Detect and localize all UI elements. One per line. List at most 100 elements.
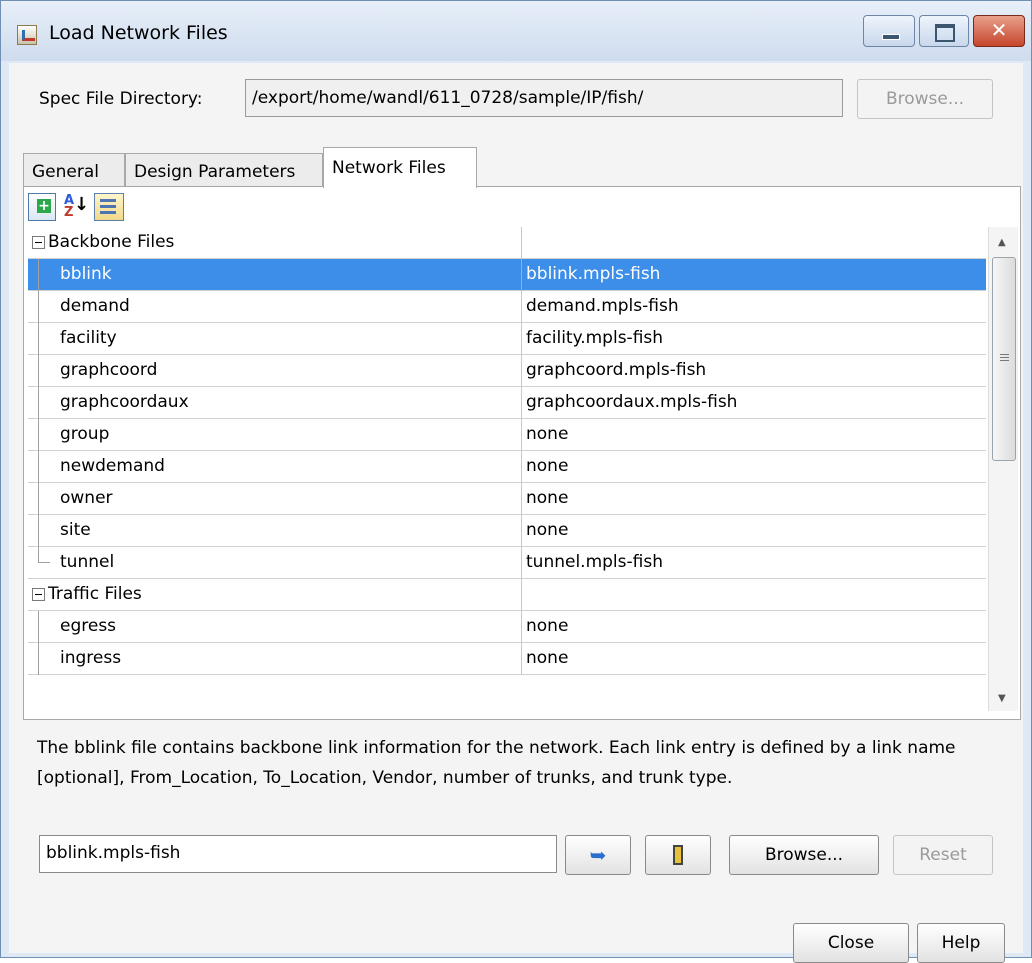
file-description: The bblink file contains backbone link i… xyxy=(37,738,956,788)
file-value-cell[interactable]: none xyxy=(522,643,986,675)
file-value-cell[interactable]: none xyxy=(522,419,986,451)
tree-line xyxy=(38,451,39,483)
table-row[interactable]: egress none xyxy=(28,611,986,643)
file-value-input[interactable]: bblink.mpls-fish xyxy=(39,835,557,873)
tab-general[interactable]: General xyxy=(23,153,125,187)
file-name-cell: egress xyxy=(28,611,522,643)
files-table: Backbone Files bblink bblink.mpls-fish d… xyxy=(28,227,986,711)
close-button[interactable]: Close xyxy=(793,923,909,963)
collapse-icon[interactable] xyxy=(32,588,45,601)
spec-dir-field: /export/home/wandl/611_0728/sample/IP/fi… xyxy=(245,79,843,117)
file-value-cell[interactable]: graphcoordaux.mpls-fish xyxy=(522,387,986,419)
tree-line xyxy=(38,259,39,291)
scroll-up-icon[interactable]: ▲ xyxy=(998,237,1006,248)
spec-browse-button[interactable]: Browse... xyxy=(857,79,993,119)
tree-line xyxy=(38,643,39,675)
maximize-icon xyxy=(935,24,955,42)
tree-line xyxy=(38,515,39,547)
file-name-cell: facility xyxy=(28,323,522,355)
tree-line xyxy=(38,323,39,355)
tab-design-parameters[interactable]: Design Parameters xyxy=(125,153,323,187)
window-close-button[interactable]: ✕ xyxy=(973,15,1025,47)
file-name-cell: owner xyxy=(28,483,522,515)
file-name-cell: group xyxy=(28,419,522,451)
tree-line xyxy=(38,611,39,643)
table-row[interactable]: owner none xyxy=(28,483,986,515)
group-name-cell: Backbone Files xyxy=(28,227,522,259)
file-name-cell: site xyxy=(28,515,522,547)
file-value-cell[interactable]: none xyxy=(522,483,986,515)
title-bar: Load Network Files ✕ xyxy=(1,1,1031,61)
file-value-cell[interactable]: demand.mpls-fish xyxy=(522,291,986,323)
file-name-cell: graphcoord xyxy=(28,355,522,387)
tree-line xyxy=(38,291,39,323)
file-name: graphcoord xyxy=(60,360,158,380)
group-row-backbone[interactable]: Backbone Files xyxy=(28,227,986,259)
table-row[interactable]: tunnel tunnel.mpls-fish xyxy=(28,547,986,579)
table-row[interactable]: demand demand.mpls-fish xyxy=(28,291,986,323)
network-files-panel: + A Z ↓ Backbone Files bblink bblink.mpl… xyxy=(23,186,1021,720)
file-name: egress xyxy=(60,616,117,636)
sort-z-letter: Z xyxy=(64,205,74,220)
table-row[interactable]: newdemand none xyxy=(28,451,986,483)
file-name-cell: tunnel xyxy=(28,547,522,579)
file-name: bblink xyxy=(60,264,112,284)
group-value-cell xyxy=(522,227,986,259)
group-row-traffic[interactable]: Traffic Files xyxy=(28,579,986,611)
file-value-cell[interactable]: none xyxy=(522,451,986,483)
group-label: Traffic Files xyxy=(48,584,142,604)
file-name: group xyxy=(60,424,110,444)
tree-line xyxy=(38,483,39,515)
brush-icon xyxy=(673,845,683,865)
add-icon: + xyxy=(37,198,51,214)
reset-button[interactable]: Reset xyxy=(893,835,993,875)
sort-alpha-button[interactable]: A Z ↓ xyxy=(60,193,90,221)
table-row[interactable]: bblink bblink.mpls-fish xyxy=(28,259,986,291)
app-icon xyxy=(17,25,37,45)
table-row[interactable]: group none xyxy=(28,419,986,451)
tree-line xyxy=(38,547,50,563)
add-file-button[interactable]: + xyxy=(28,193,56,221)
file-name-cell: newdemand xyxy=(28,451,522,483)
table-row[interactable]: facility facility.mpls-fish xyxy=(28,323,986,355)
arrow-icon: ➥ xyxy=(589,843,607,867)
sort-arrow-icon: ↓ xyxy=(74,194,90,215)
table-row[interactable]: ingress none xyxy=(28,643,986,675)
file-name-cell: bblink xyxy=(28,259,522,291)
help-button[interactable]: Help xyxy=(917,923,1005,963)
file-value-cell[interactable]: tunnel.mpls-fish xyxy=(522,547,986,579)
minimize-button[interactable] xyxy=(863,15,915,47)
group-label: Backbone Files xyxy=(48,232,175,252)
apply-button[interactable]: ➥ xyxy=(565,835,631,875)
load-network-files-dialog: Load Network Files ✕ Spec File Directory… xyxy=(0,0,1032,963)
edit-file-button[interactable] xyxy=(645,835,711,875)
file-value-cell[interactable]: none xyxy=(522,611,986,643)
browse-button[interactable]: Browse... xyxy=(729,835,879,875)
file-name: owner xyxy=(60,488,113,508)
tab-network-files[interactable]: Network Files xyxy=(323,147,477,188)
scroll-thumb[interactable] xyxy=(992,257,1016,461)
scroll-down-icon[interactable]: ▼ xyxy=(998,693,1006,704)
file-value-cell[interactable]: bblink.mpls-fish xyxy=(522,259,986,291)
table-row[interactable]: graphcoordaux graphcoordaux.mpls-fish xyxy=(28,387,986,419)
file-name: tunnel xyxy=(60,552,115,572)
maximize-button[interactable] xyxy=(919,15,969,47)
table-row[interactable]: site none xyxy=(28,515,986,547)
categorize-button[interactable] xyxy=(94,193,124,221)
file-value-cell[interactable]: facility.mpls-fish xyxy=(522,323,986,355)
categorize-icon xyxy=(100,199,116,202)
tree-line xyxy=(38,387,39,419)
tree-line xyxy=(38,355,39,387)
close-icon: ✕ xyxy=(990,18,1008,42)
vertical-scrollbar[interactable]: ▲ ▼ xyxy=(988,227,1018,711)
collapse-icon[interactable] xyxy=(32,236,45,249)
minimize-icon xyxy=(882,34,900,40)
file-name: graphcoordaux xyxy=(60,392,189,412)
file-value-cell[interactable]: graphcoord.mpls-fish xyxy=(522,355,986,387)
file-name-cell: demand xyxy=(28,291,522,323)
file-name: ingress xyxy=(60,648,122,668)
window-title: Load Network Files xyxy=(49,22,228,44)
file-value-cell[interactable]: none xyxy=(522,515,986,547)
tree-line xyxy=(38,419,39,451)
table-row[interactable]: graphcoord graphcoord.mpls-fish xyxy=(28,355,986,387)
